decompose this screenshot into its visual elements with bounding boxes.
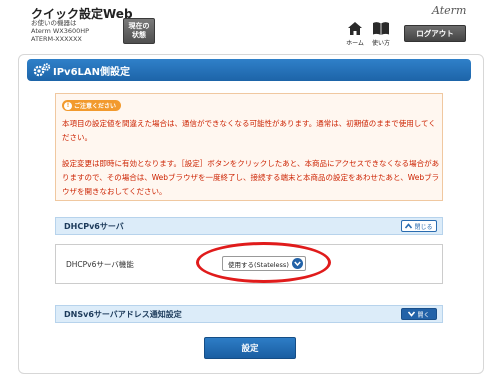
chevron-up-icon [405,223,413,229]
home-nav-button[interactable]: ホーム [341,21,369,49]
current-status-button[interactable]: 現在の 状態 [123,18,155,44]
device-info: お使いの機器は Aterm WX3600HP ATERM-XXXXXX [31,19,89,43]
model-name: Aterm WX3600HP [31,27,90,35]
dnsv6-open-button[interactable]: 開く [401,308,437,320]
caution-badge: ! ご注意ください [62,100,122,111]
caution-badge-label: ご注意ください [74,103,117,110]
home-icon [348,22,362,35]
dnsv6-section-title: DNSv6サーバアドレス通知設定 [64,309,182,319]
submit-button[interactable]: 設定 [204,337,296,359]
gear-icon [27,59,53,81]
dnsv6-open-label: 開く [417,311,430,319]
book-icon [373,22,389,35]
status-button-line2: 状態 [132,31,146,39]
brand-logo: Aterm [432,4,467,17]
status-button-line1: 現在の [128,22,150,30]
section-banner: IPv6LAN側設定 [27,59,471,81]
exclamation-icon: ! [64,101,72,110]
section-title: IPv6LAN側設定 [53,66,131,78]
header: クイック設定Web お使いの機器は Aterm WX3600HP ATERM-X… [0,0,500,52]
dhcpv6-close-button[interactable]: 閉じる [401,220,437,232]
device-id: ATERM-XXXXXX [31,35,82,43]
notice-paragraph-1: 本項目の設定値を間違えた場合は、通信ができなくなる可能性があります。通常は、初期… [62,119,436,142]
dhcpv6-server-function-select[interactable]: 使用する(Stateless) [222,256,306,271]
home-nav-label: ホーム [346,40,364,47]
chevron-down-icon [408,311,416,317]
dhcpv6-selected-value: 使用する(Stateless) [228,260,289,269]
dhcpv6-server-function-label: DHCPv6サーバ機能 [66,260,134,269]
help-nav-label: 使い方 [371,40,390,47]
dhcpv6-close-label: 閉じる [414,223,433,231]
dhcpv6-section-title: DHCPv6サーバ [64,221,124,231]
device-label: お使いの機器は [31,19,77,27]
logout-button[interactable]: ログアウト [404,25,466,42]
notice-box: ! ご注意ください 本項目の設定値を間違えた場合は、通信ができなくなる可能性があ… [55,93,443,201]
dhcpv6-body: DHCPv6サーバ機能 使用する(Stateless) [55,244,443,284]
chevron-down-icon [292,258,303,269]
dhcpv6-section-header: DHCPv6サーバ 閉じる [55,217,443,235]
notice-paragraph-2: 設定変更は即時に有効となります。［設定］ボタンをクリックしたあと、本商品にアクセ… [62,159,440,196]
dnsv6-section-header: DNSv6サーバアドレス通知設定 開く [55,305,443,323]
help-nav-button[interactable]: 使い方 [367,21,395,49]
